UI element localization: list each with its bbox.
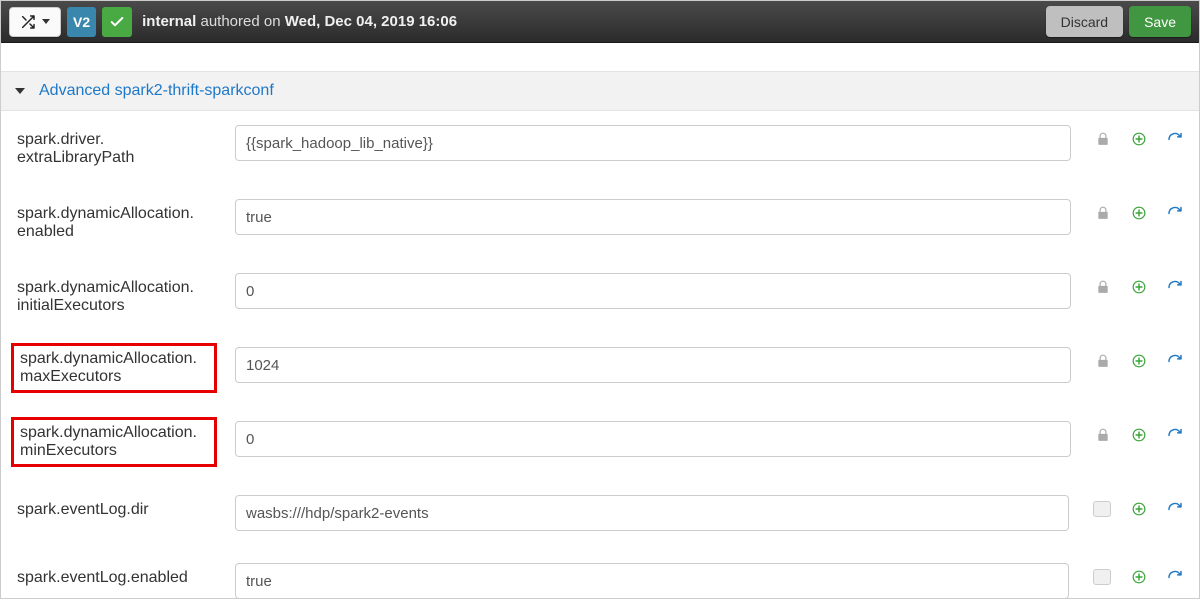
property-input[interactable] (235, 273, 1071, 309)
refresh-icon[interactable] (1167, 427, 1183, 443)
property-row: spark.driver.extraLibraryPath (17, 125, 1183, 167)
property-input[interactable] (235, 199, 1071, 235)
add-override-icon[interactable] (1131, 205, 1147, 221)
property-row: spark.dynamicAllocation.minExecutors (17, 421, 1183, 463)
add-override-icon[interactable] (1131, 353, 1147, 369)
section-header[interactable]: Advanced spark2-thrift-sparkconf (1, 71, 1199, 111)
add-override-icon[interactable] (1131, 569, 1147, 585)
property-actions (1087, 495, 1183, 517)
shuffle-icon (20, 14, 36, 30)
property-label: spark.dynamicAllocation.maxExecutors (11, 343, 217, 393)
discard-button[interactable]: Discard (1046, 6, 1123, 37)
property-label: spark.eventLog.enabled (17, 563, 217, 587)
save-button[interactable]: Save (1129, 6, 1191, 37)
property-actions (1089, 199, 1183, 221)
property-label: spark.driver.extraLibraryPath (17, 125, 217, 167)
add-override-icon[interactable] (1131, 501, 1147, 517)
property-actions (1089, 421, 1183, 443)
caret-down-icon (42, 19, 50, 24)
refresh-icon[interactable] (1167, 501, 1183, 517)
author-name: internal (142, 13, 196, 30)
property-actions (1089, 125, 1183, 147)
lock-icon[interactable] (1093, 569, 1111, 585)
section-title[interactable]: Advanced spark2-thrift-sparkconf (39, 82, 274, 100)
authored-date: Wed, Dec 04, 2019 16:06 (285, 13, 457, 30)
authored-on-text: authored on (200, 13, 280, 30)
property-label: spark.dynamicAllocation.enabled (17, 199, 217, 241)
caret-down-icon[interactable] (15, 88, 25, 94)
lock-icon[interactable] (1095, 353, 1111, 369)
refresh-icon[interactable] (1167, 279, 1183, 295)
content-area: Advanced spark2-thrift-sparkconf spark.d… (1, 43, 1199, 615)
lock-icon[interactable] (1095, 205, 1111, 221)
check-icon (109, 14, 125, 30)
property-label: spark.dynamicAllocation.minExecutors (11, 417, 217, 467)
add-override-icon[interactable] (1131, 131, 1147, 147)
properties-list: spark.driver.extraLibraryPath spark.dynam… (1, 111, 1199, 615)
lock-icon[interactable] (1095, 279, 1111, 295)
property-input[interactable] (235, 125, 1071, 161)
toolbar: V2 internal authored on Wed, Dec 04, 201… (1, 1, 1199, 43)
refresh-icon[interactable] (1167, 569, 1183, 585)
property-input[interactable] (235, 421, 1071, 457)
property-actions (1089, 347, 1183, 369)
current-version-check[interactable] (102, 7, 132, 37)
property-label: spark.eventLog.dir (17, 495, 217, 519)
lock-icon[interactable] (1095, 427, 1111, 443)
property-input[interactable] (235, 347, 1071, 383)
lock-icon[interactable] (1093, 501, 1111, 517)
property-actions (1089, 273, 1183, 295)
version-badge[interactable]: V2 (67, 7, 96, 37)
add-override-icon[interactable] (1131, 427, 1147, 443)
refresh-icon[interactable] (1167, 205, 1183, 221)
refresh-icon[interactable] (1167, 131, 1183, 147)
lock-icon[interactable] (1095, 131, 1111, 147)
property-row: spark.dynamicAllocation.enabled (17, 199, 1183, 241)
property-row: spark.dynamicAllocation.maxExecutors (17, 347, 1183, 389)
version-description: internal authored on Wed, Dec 04, 2019 1… (142, 13, 457, 30)
property-input[interactable] (235, 495, 1069, 531)
compare-versions-button[interactable] (9, 7, 61, 37)
property-row: spark.dynamicAllocation.initialExecutors (17, 273, 1183, 315)
add-override-icon[interactable] (1131, 279, 1147, 295)
property-row: spark.eventLog.dir (17, 495, 1183, 531)
property-label: spark.dynamicAllocation.initialExecutors (17, 273, 217, 315)
property-row: spark.eventLog.enabled (17, 563, 1183, 599)
property-input[interactable] (235, 563, 1069, 599)
property-actions (1087, 563, 1183, 585)
spacer-row (1, 43, 1199, 71)
refresh-icon[interactable] (1167, 353, 1183, 369)
